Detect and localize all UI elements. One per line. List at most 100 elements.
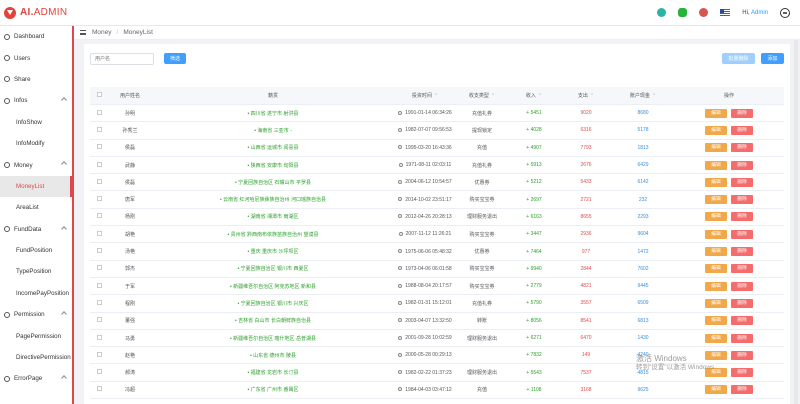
checkbox[interactable] — [96, 334, 102, 340]
sort-icon[interactable]: ⌃ — [491, 93, 495, 99]
delete-button[interactable]: 删除 — [731, 160, 753, 170]
add-button[interactable]: 添加 — [761, 53, 784, 64]
user-circle-icon[interactable] — [699, 8, 709, 17]
row-checkbox-cell[interactable] — [90, 299, 108, 307]
sort-icon[interactable]: ⌃ — [590, 93, 594, 99]
edit-button[interactable]: 编辑 — [705, 160, 727, 170]
delete-button[interactable]: 删除 — [731, 385, 753, 395]
delete-button[interactable]: 删除 — [731, 212, 753, 222]
edit-button[interactable]: 编辑 — [705, 298, 727, 308]
delete-button[interactable]: 删除 — [731, 281, 753, 291]
sidebar-item-incomepayposition[interactable]: IncomePayPosition — [0, 283, 72, 304]
checkbox[interactable] — [96, 161, 102, 167]
sort-icon[interactable]: ⌃ — [434, 93, 438, 99]
sidebar-item-dashboard[interactable]: Dashboard — [0, 26, 72, 47]
edit-button[interactable]: 编辑 — [705, 195, 727, 205]
row-checkbox-cell[interactable] — [90, 351, 108, 359]
row-checkbox-cell[interactable] — [90, 386, 108, 393]
row-checkbox-cell[interactable] — [90, 126, 108, 134]
delete-button[interactable]: 删除 — [731, 333, 753, 343]
checkbox[interactable] — [96, 92, 102, 97]
row-checkbox-cell[interactable] — [90, 317, 108, 324]
checkbox[interactable] — [96, 317, 102, 323]
sidebar-item-directivepermission[interactable]: DirectivePermission — [0, 347, 72, 368]
delete-button[interactable]: 删除 — [731, 264, 753, 274]
checkbox[interactable] — [96, 196, 102, 202]
batch-delete-button[interactable]: 批量删除 — [722, 53, 755, 64]
sidebar-item-users[interactable]: Users — [0, 47, 72, 68]
row-checkbox-cell[interactable] — [90, 196, 108, 203]
sidebar-item-moneylist[interactable]: MoneyList — [0, 175, 72, 198]
sidebar-item-share[interactable]: Share — [0, 69, 72, 90]
row-checkbox-cell[interactable] — [90, 213, 108, 220]
delete-button[interactable]: 删除 — [731, 125, 753, 135]
delete-button[interactable]: 删除 — [731, 195, 753, 205]
menu-toggle-icon[interactable] — [80, 30, 86, 35]
scrollbar[interactable] — [794, 40, 798, 404]
sidebar-item-arealist[interactable]: AreaList — [0, 197, 72, 218]
sidebar-item-typeposition[interactable]: TypePosition — [0, 261, 72, 282]
row-checkbox-cell[interactable] — [90, 230, 108, 238]
checkbox[interactable] — [96, 126, 102, 132]
wechat-icon[interactable] — [678, 8, 688, 17]
avatar[interactable] — [780, 7, 790, 18]
column-header[interactable]: 投资时间 ⌃ — [394, 92, 456, 99]
column-header[interactable]: 账户现金 ⌃ — [612, 92, 674, 99]
row-checkbox-cell[interactable] — [90, 265, 108, 272]
sidebar-item-money[interactable]: Money — [0, 154, 72, 175]
flag-icon[interactable] — [720, 9, 731, 16]
row-checkbox-cell[interactable] — [90, 334, 108, 342]
sidebar-item-permission[interactable]: Permission — [0, 304, 72, 325]
filter-button[interactable]: 筛选 — [164, 53, 186, 64]
sort-icon[interactable]: ⌃ — [652, 93, 656, 99]
delete-button[interactable]: 删除 — [731, 316, 753, 326]
sidebar-item-errorpage[interactable]: ErrorPage — [0, 368, 72, 389]
checkbox[interactable] — [96, 386, 102, 392]
row-checkbox-cell[interactable] — [90, 144, 108, 151]
username-filter-input[interactable] — [90, 53, 154, 65]
checkbox[interactable] — [96, 265, 102, 271]
breadcrumb-item-money[interactable]: Money — [92, 29, 112, 36]
delete-button[interactable]: 删除 — [731, 298, 753, 308]
checkbox[interactable] — [96, 230, 102, 236]
edit-button[interactable]: 编辑 — [705, 281, 727, 291]
edit-button[interactable]: 编辑 — [705, 143, 727, 153]
delete-button[interactable]: 删除 — [731, 177, 753, 187]
delete-button[interactable]: 删除 — [731, 108, 753, 118]
edit-button[interactable]: 编辑 — [705, 229, 727, 239]
delete-button[interactable]: 删除 — [731, 368, 753, 378]
row-checkbox-cell[interactable] — [90, 109, 108, 117]
row-checkbox-cell[interactable] — [90, 178, 108, 186]
row-checkbox-cell[interactable] — [90, 369, 108, 376]
sidebar-item-infoshow[interactable]: InfoShow — [0, 112, 72, 133]
logo[interactable]: AI.ADMIN — [0, 6, 75, 19]
edit-button[interactable]: 编辑 — [705, 125, 727, 135]
edit-button[interactable]: 编辑 — [705, 247, 727, 257]
delete-button[interactable]: 删除 — [731, 229, 753, 239]
sidebar-item-fundposition[interactable]: FundPosition — [0, 240, 72, 261]
checkbox[interactable] — [96, 299, 102, 305]
select-all-checkbox[interactable] — [90, 92, 108, 99]
checkbox[interactable] — [96, 282, 102, 288]
checkbox[interactable] — [96, 369, 102, 375]
checkbox[interactable] — [96, 351, 102, 357]
sidebar-item-pagepermission[interactable]: PagePermission — [0, 325, 72, 346]
row-checkbox-cell[interactable] — [90, 248, 108, 255]
delete-button[interactable]: 删除 — [731, 350, 753, 360]
edit-button[interactable]: 编辑 — [705, 333, 727, 343]
sort-icon[interactable]: ⌃ — [538, 93, 542, 99]
column-header[interactable]: 支出 ⌃ — [560, 92, 612, 99]
checkbox[interactable] — [96, 144, 102, 150]
github-icon[interactable] — [657, 8, 667, 17]
edit-button[interactable]: 编辑 — [705, 212, 727, 222]
checkbox[interactable] — [96, 109, 102, 115]
checkbox[interactable] — [96, 178, 102, 184]
edit-button[interactable]: 编辑 — [705, 108, 727, 118]
edit-button[interactable]: 编辑 — [705, 316, 727, 326]
sidebar-item-funddata[interactable]: FundData — [0, 219, 72, 240]
checkbox[interactable] — [96, 248, 102, 254]
row-checkbox-cell[interactable] — [90, 161, 108, 169]
sidebar-item-infos[interactable]: Infos — [0, 90, 72, 111]
column-header[interactable]: 收入 ⌃ — [508, 92, 560, 99]
delete-button[interactable]: 删除 — [731, 143, 753, 153]
